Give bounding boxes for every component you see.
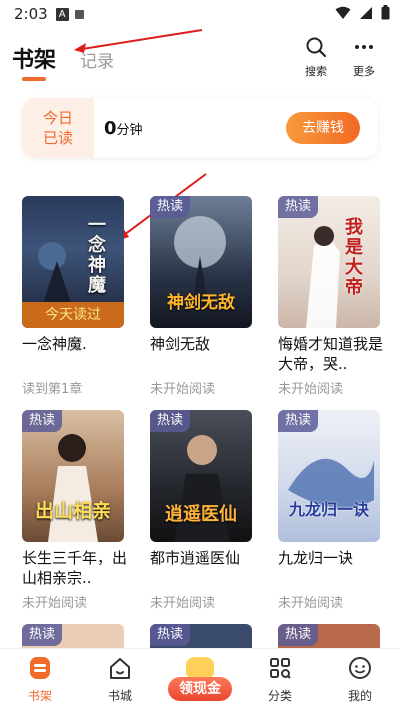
book-title: 一念神魔. xyxy=(22,335,87,353)
header: 书架 记录 搜索 更多 xyxy=(0,28,400,88)
cover-title: 一念神魔 xyxy=(88,215,106,296)
book-title: 都市逍遥医仙 xyxy=(150,549,241,567)
status-time: 2:03 xyxy=(14,5,48,23)
book-cover[interactable]: 热读 我是大帝 xyxy=(278,196,380,328)
nav-mine[interactable]: 我的 xyxy=(330,655,390,704)
more-button[interactable]: 更多 xyxy=(344,36,384,79)
hot-badge: 热读 xyxy=(150,410,190,432)
book-cover-partial[interactable]: 热读 xyxy=(278,624,380,648)
tab-bookshelf[interactable]: 书架 xyxy=(12,42,56,74)
book-cover[interactable]: 热读 九龙归一诀 xyxy=(278,410,380,542)
earn-money-button[interactable]: 去赚钱 xyxy=(286,112,360,144)
battery-icon xyxy=(381,5,390,20)
bookshelf-icon xyxy=(30,657,50,679)
book-title: 悔婚才知道我是大帝，哭.. xyxy=(278,335,384,373)
search-button[interactable]: 搜索 xyxy=(296,36,336,79)
book-cover[interactable]: 热读 逍遥医仙 xyxy=(150,410,252,542)
wifi-icon xyxy=(335,6,351,19)
nav-bookshelf[interactable]: 书架 xyxy=(10,655,70,704)
notification-icon: A xyxy=(55,7,69,21)
cover-title: 我是大帝 xyxy=(345,217,363,298)
hot-badge: 热读 xyxy=(278,410,318,432)
hot-badge: 热读 xyxy=(22,624,62,646)
today-read-label: 今日 已读 xyxy=(22,98,94,158)
category-icon xyxy=(270,658,291,679)
bottom-nav: 书架 书城 领现金 分类 我的 xyxy=(0,648,400,710)
more-label: 更多 xyxy=(353,65,375,78)
nav-bookstore[interactable]: 书城 xyxy=(90,655,150,704)
book-status: 读到第1章 xyxy=(22,382,83,397)
book-status: 未开始阅读 xyxy=(278,382,344,397)
cover-title: 九龙归一诀 xyxy=(288,500,369,519)
hot-badge: 热读 xyxy=(150,196,190,218)
hot-badge: 热读 xyxy=(150,624,190,646)
minutes-value: 0 xyxy=(104,118,117,139)
nav-category[interactable]: 分类 xyxy=(250,655,310,704)
book-title: 长生三千年，出山相亲宗.. xyxy=(22,549,128,587)
profile-icon xyxy=(349,657,371,679)
hot-badge: 热读 xyxy=(22,410,62,432)
book-status: 未开始阅读 xyxy=(22,596,88,611)
nav-category-label: 分类 xyxy=(267,689,292,703)
more-icon xyxy=(355,45,373,49)
signal-icon xyxy=(360,6,372,19)
hot-badge: 热读 xyxy=(278,196,318,218)
search-label: 搜索 xyxy=(305,65,327,78)
cover-title: 神剑无敌 xyxy=(167,293,235,313)
search-icon xyxy=(306,37,327,58)
book-title: 神剑无敌 xyxy=(150,335,211,353)
cover-title: 出山相亲 xyxy=(34,500,111,522)
book-cover[interactable]: 热读 出山相亲 xyxy=(22,410,124,542)
tab-active-indicator xyxy=(22,77,46,81)
book-title: 九龙归一诀 xyxy=(278,549,354,567)
minutes-read: 0分钟 xyxy=(104,118,143,139)
nav-bookstore-label: 书城 xyxy=(107,689,132,703)
small-square-icon xyxy=(74,9,84,19)
book-status: 未开始阅读 xyxy=(150,382,216,397)
book-cover-partial[interactable]: 热读 xyxy=(22,624,124,648)
book-status: 未开始阅读 xyxy=(150,596,216,611)
annotation-arrow xyxy=(74,29,203,53)
home-icon xyxy=(110,658,130,679)
status-bar: 2:03 A xyxy=(0,0,400,28)
gift-icon xyxy=(186,657,214,677)
nav-bookshelf-label: 书架 xyxy=(27,689,52,703)
book-status: 未开始阅读 xyxy=(278,596,344,611)
nav-mine-label: 我的 xyxy=(347,689,372,703)
hot-badge: 热读 xyxy=(278,624,318,646)
book-cover-partial[interactable]: 热读 xyxy=(150,624,252,648)
read-today-banner: 今天读过 xyxy=(22,302,124,328)
book-cover[interactable]: 一念神魔 今天读过 xyxy=(22,196,124,328)
book-cover[interactable]: 热读 神剑无敌 xyxy=(150,196,252,328)
minutes-unit: 分钟 xyxy=(116,123,143,138)
reading-time-card: 今日 已读 0分钟 去赚钱 xyxy=(22,98,378,158)
nav-get-cash-label: 领现金 xyxy=(168,677,232,701)
cover-title: 逍遥医仙 xyxy=(165,504,237,525)
